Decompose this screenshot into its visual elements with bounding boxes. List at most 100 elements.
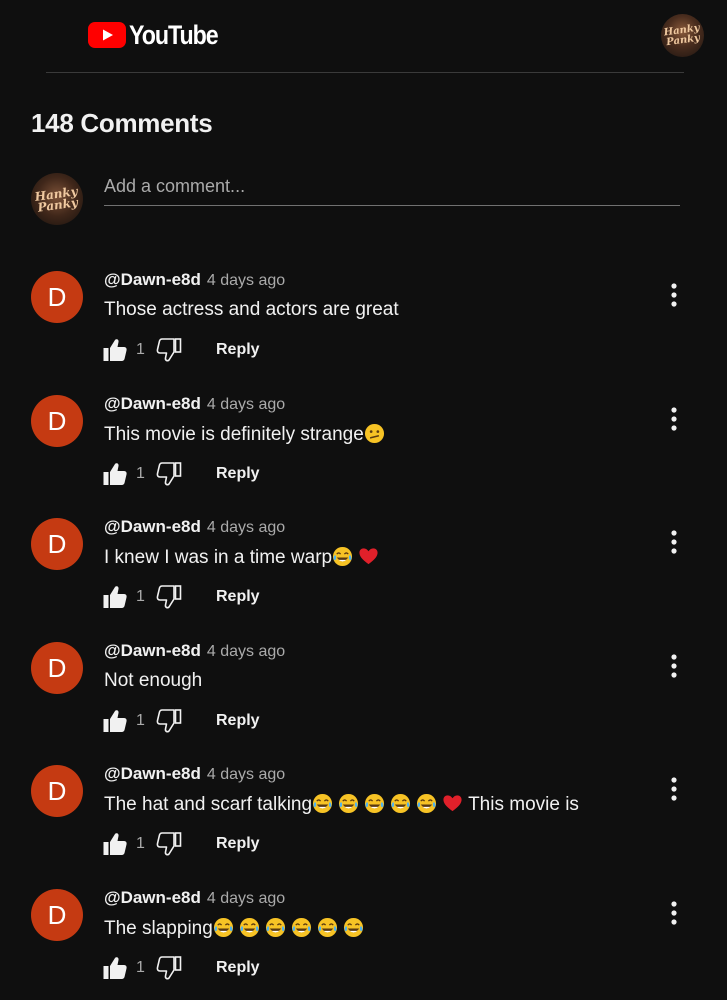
confused-face-emoji-icon [364,423,385,444]
dislike-icon[interactable] [156,955,182,981]
comment-text-trailing: This movie is [468,794,579,815]
comment-item: D @Dawn-e8d 4 days ago The hat and scarf ta… [0,760,727,880]
comment-text-body: I knew I was in a time warp [104,547,333,568]
more-options-icon[interactable] [664,528,684,556]
comment-author[interactable]: @Dawn-e8d [104,517,201,537]
tears-of-joy-emoji-icon [338,793,359,814]
comment-timestamp[interactable]: 4 days ago [207,890,285,908]
comment-actions: 1 Reply [102,708,260,734]
commenter-avatar[interactable]: D [31,889,83,941]
reply-button[interactable]: Reply [216,712,260,730]
more-options-icon[interactable] [664,281,684,309]
reply-button[interactable]: Reply [216,588,260,606]
dislike-icon[interactable] [156,708,182,734]
like-icon[interactable] [102,337,128,363]
youtube-play-icon [88,22,126,48]
comment-timestamp[interactable]: 4 days ago [207,519,285,537]
comment-text: The hat and scarf talking This movie is [104,793,579,816]
comment-author[interactable]: @Dawn-e8d [104,764,201,784]
commenter-avatar[interactable]: D [31,765,83,817]
youtube-logo[interactable]: YouTube [88,20,232,50]
like-icon[interactable] [102,461,128,487]
tears-of-joy-emoji-icon [239,917,260,938]
dislike-icon[interactable] [156,337,182,363]
comment-item: D @Dawn-e8d 4 days ago I knew I was in a ti… [0,513,727,633]
comment-item: D @Dawn-e8d 4 days ago Not enough 1 Reply [0,637,727,757]
reply-button[interactable]: Reply [216,959,260,977]
comment-author[interactable]: @Dawn-e8d [104,394,201,414]
comment-author[interactable]: @Dawn-e8d [104,270,201,290]
comments-page: YouTube Hanky Panky 148 Comments Hanky Pan… [0,0,727,1000]
comment-timestamp[interactable]: 4 days ago [207,643,285,661]
red-heart-emoji-icon [358,546,379,567]
header: YouTube Hanky Panky [0,0,727,74]
comment-text: Not enough [104,670,202,692]
like-icon[interactable] [102,708,128,734]
comment-text: I knew I was in a time warp [104,546,384,569]
comment-header: @Dawn-e8d 4 days ago [104,888,285,908]
like-count: 1 [136,712,145,729]
more-options-icon[interactable] [664,899,684,927]
like-count: 1 [136,959,145,976]
comment-text-body: Those actress and actors are great [104,299,399,320]
comment-timestamp[interactable]: 4 days ago [207,766,285,784]
comment-item: D @Dawn-e8d 4 days ago This movie is defini… [0,390,727,510]
comment-header: @Dawn-e8d 4 days ago [104,764,285,784]
comment-header: @Dawn-e8d 4 days ago [104,394,285,414]
comment-text: This movie is definitely strange [104,423,390,446]
like-icon[interactable] [102,584,128,610]
tears-of-joy-emoji-icon [364,793,385,814]
dislike-icon[interactable] [156,831,182,857]
reply-button[interactable]: Reply [216,465,260,483]
reply-button[interactable]: Reply [216,341,260,359]
account-avatar[interactable]: Hanky Panky [661,14,704,57]
like-count: 1 [136,465,145,482]
avatar-logo-text: Hanky Panky [33,184,79,215]
commenter-avatar[interactable]: D [31,518,83,570]
tears-of-joy-emoji-icon [390,793,411,814]
like-count: 1 [136,341,145,358]
tears-of-joy-emoji-icon [343,917,364,938]
comment-timestamp[interactable]: 4 days ago [207,272,285,290]
comment-timestamp[interactable]: 4 days ago [207,396,285,414]
like-icon[interactable] [102,955,128,981]
comment-author[interactable]: @Dawn-e8d [104,888,201,908]
logo-text: YouTube [129,20,219,50]
comment-header: @Dawn-e8d 4 days ago [104,517,285,537]
comment-text-body: The hat and scarf talking [104,794,313,815]
more-options-icon[interactable] [664,652,684,680]
comment-author[interactable]: @Dawn-e8d [104,641,201,661]
like-icon[interactable] [102,831,128,857]
like-count: 1 [136,588,145,605]
comment-actions: 1 Reply [102,831,260,857]
comment-text-body: The slapping [104,918,213,939]
tears-of-joy-emoji-icon [265,917,286,938]
commenter-avatar[interactable]: D [31,271,83,323]
comment-item: D @Dawn-e8d 4 days ago Those actress and ac… [0,266,727,386]
comment-actions: 1 Reply [102,337,260,363]
comment-actions: 1 Reply [102,584,260,610]
dislike-icon[interactable] [156,584,182,610]
tears-of-joy-emoji-icon [312,793,333,814]
dislike-icon[interactable] [156,461,182,487]
add-comment-input[interactable] [104,174,680,206]
tears-of-joy-emoji-icon [317,917,338,938]
comment-text-body: Not enough [104,670,203,691]
comment-header: @Dawn-e8d 4 days ago [104,270,285,290]
comment-item: D @Dawn-e8d 4 days ago The slapping 1 Reply [0,884,727,1000]
comment-actions: 1 Reply [102,955,260,981]
comments-count: 148 Comments [31,108,213,138]
red-heart-emoji-icon [442,793,463,814]
reply-button[interactable]: Reply [216,835,260,853]
header-divider [46,72,684,73]
comment-text-body: This movie is definitely strange [104,424,364,445]
commenter-avatar[interactable]: D [31,642,83,694]
user-avatar: Hanky Panky [31,173,83,225]
comment-text: The slapping [104,917,369,940]
tears-of-joy-emoji-icon [416,793,437,814]
more-options-icon[interactable] [664,405,684,433]
tears-of-joy-emoji-icon [332,546,353,567]
more-options-icon[interactable] [664,775,684,803]
commenter-avatar[interactable]: D [31,395,83,447]
comment-text: Those actress and actors are great [104,299,399,321]
